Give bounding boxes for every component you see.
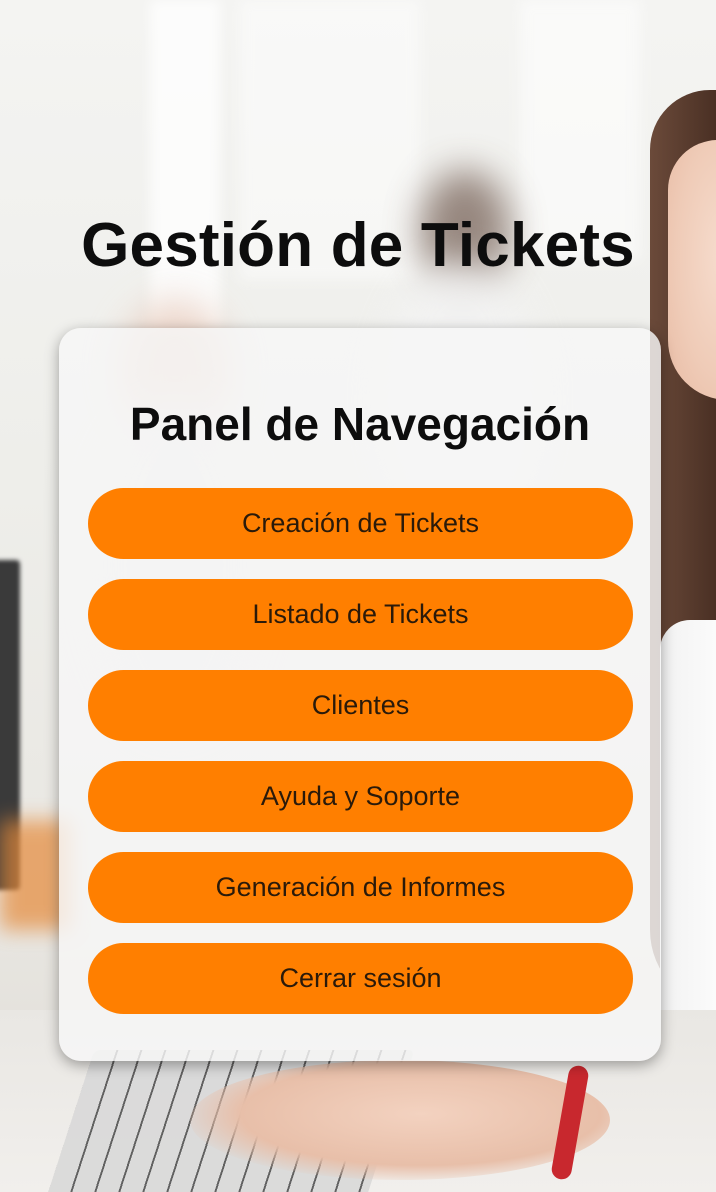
- ticket-list-button[interactable]: Listado de Tickets: [88, 579, 633, 650]
- reports-button[interactable]: Generación de Informes: [88, 852, 633, 923]
- logout-button[interactable]: Cerrar sesión: [88, 943, 633, 1014]
- page-title: Gestión de Tickets: [81, 211, 635, 280]
- clients-button[interactable]: Clientes: [88, 670, 633, 741]
- navigation-panel: Panel de Navegación Creación de Tickets …: [59, 328, 661, 1061]
- panel-title: Panel de Navegación: [129, 398, 591, 450]
- help-support-button[interactable]: Ayuda y Soporte: [88, 761, 633, 832]
- create-tickets-button[interactable]: Creación de Tickets: [88, 488, 633, 559]
- hand: [190, 1060, 610, 1180]
- woman-shirt: [660, 620, 716, 1040]
